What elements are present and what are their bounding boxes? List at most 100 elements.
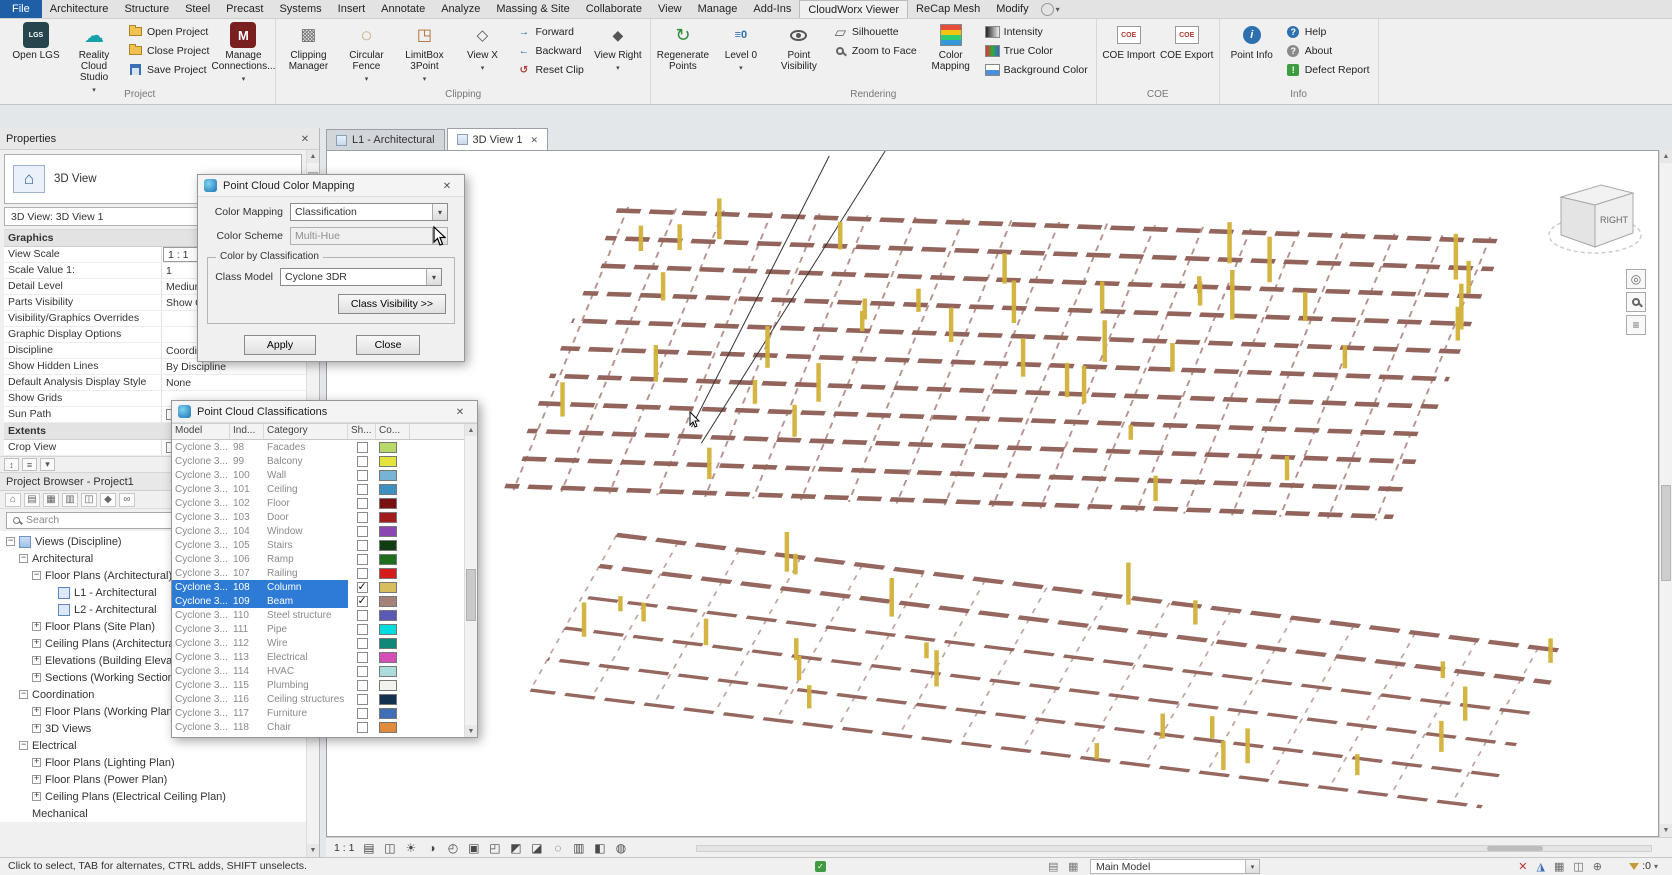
about-button[interactable]: About	[1282, 42, 1374, 59]
column-header-model[interactable]: Model	[172, 424, 230, 439]
scrollbar-thumb[interactable]	[466, 569, 476, 621]
temporary-hide-isolate-icon[interactable]: ◪	[529, 841, 544, 855]
color-swatch[interactable]	[379, 582, 397, 593]
color-swatch[interactable]	[379, 722, 397, 733]
level-0-button[interactable]: Level 0	[713, 19, 769, 89]
show-checkbox[interactable]	[357, 498, 368, 509]
canvas-horizontal-scrollbar[interactable]	[696, 845, 1652, 852]
press-drag-icon[interactable]: ◮	[1537, 860, 1545, 873]
show-checkbox[interactable]	[357, 568, 368, 579]
tree-item-floor-plans-lighting-plan-[interactable]: Floor Plans (Lighting Plan)	[0, 754, 306, 771]
classification-row[interactable]: Cyclone 3...111Pipe	[172, 622, 477, 636]
show-checkbox[interactable]	[357, 652, 368, 663]
show-checkbox[interactable]	[357, 722, 368, 733]
classification-row[interactable]: Cyclone 3...98Facades	[172, 440, 477, 454]
color-swatch[interactable]	[379, 554, 397, 565]
color-swatch[interactable]	[379, 512, 397, 523]
classification-row[interactable]: Cyclone 3...102Floor	[172, 496, 477, 510]
manage-connections-button[interactable]: Manage Connections...	[215, 19, 271, 89]
scroll-down-icon[interactable]	[465, 725, 477, 737]
classification-row[interactable]: Cyclone 3...109Beam	[172, 594, 477, 608]
show-checkbox[interactable]	[357, 694, 368, 705]
close-button[interactable]: Close	[356, 335, 420, 355]
open-project-button[interactable]: Open Project	[124, 23, 213, 40]
tree-expander-icon[interactable]	[32, 792, 41, 801]
property-row[interactable]: Default Analysis Display StyleNone	[4, 375, 306, 391]
menu-tab-manage[interactable]: Manage	[690, 0, 746, 18]
classification-row[interactable]: Cyclone 3...99Balcony	[172, 454, 477, 468]
grid-icon[interactable]	[43, 493, 59, 507]
home-icon[interactable]	[5, 493, 21, 507]
tree-expander-icon[interactable]	[32, 775, 41, 784]
rendering-dialog-icon[interactable]: ◴	[445, 841, 460, 855]
scrollbar-thumb[interactable]	[1487, 846, 1543, 851]
point-visibility-button[interactable]: Point Visibility	[771, 19, 827, 89]
point-cloud-classifications-dialog[interactable]: Point Cloud Classifications Model Ind...…	[171, 400, 478, 738]
select-links-icon[interactable]: ▦	[1554, 860, 1564, 873]
coe-import-button[interactable]: COE Import	[1101, 19, 1157, 89]
point-cloud-view[interactable]	[327, 151, 1658, 836]
reality-cloud-studio-button[interactable]: Reality Cloud Studio	[66, 19, 122, 89]
color-swatch[interactable]	[379, 540, 397, 551]
menu-tab-insert[interactable]: Insert	[330, 0, 374, 18]
open-lgs-button[interactable]: Open LGS	[8, 19, 64, 89]
background-color-button[interactable]: Background Color	[981, 61, 1092, 78]
menu-tab-analyze[interactable]: Analyze	[433, 0, 488, 18]
classification-row[interactable]: Cyclone 3...104Window	[172, 524, 477, 538]
backward-button[interactable]: Backward	[512, 42, 587, 59]
color-mapping-button[interactable]: Color Mapping	[923, 19, 979, 89]
sort-icon[interactable]	[4, 458, 19, 471]
menu-tab-steel[interactable]: Steel	[177, 0, 218, 18]
viewcube-face-label[interactable]: RIGHT	[1600, 215, 1629, 225]
classification-row[interactable]: Cyclone 3...103Door	[172, 510, 477, 524]
close-tab-icon[interactable]	[530, 134, 538, 146]
forward-button[interactable]: Forward	[512, 23, 587, 40]
classification-row[interactable]: Cyclone 3...116Ceiling structures	[172, 692, 477, 706]
family-icon[interactable]	[100, 493, 116, 507]
show-crop-region-icon[interactable]: ◰	[487, 841, 502, 855]
tree-item-ceiling-plans-electrical-ceiling-plan-[interactable]: Ceiling Plans (Electrical Ceiling Plan)	[0, 788, 306, 805]
sheet-icon[interactable]	[81, 493, 97, 507]
help-button[interactable]: Help	[1282, 23, 1374, 40]
menu-tab-view[interactable]: View	[650, 0, 690, 18]
tree-expander-icon[interactable]	[32, 758, 41, 767]
menu-tab-collaborate[interactable]: Collaborate	[578, 0, 650, 18]
save-project-button[interactable]: Save Project	[124, 61, 213, 78]
menu-tab-precast[interactable]: Precast	[218, 0, 271, 18]
menu-tab-massing-site[interactable]: Massing & Site	[488, 0, 577, 18]
color-swatch[interactable]	[379, 568, 397, 579]
show-checkbox[interactable]	[357, 610, 368, 621]
limitbox-3point-button[interactable]: LimitBox 3Point	[396, 19, 452, 89]
tree-item-floor-plans-power-plan-[interactable]: Floor Plans (Power Plan)	[0, 771, 306, 788]
color-swatch[interactable]	[379, 470, 397, 481]
table-scrollbar[interactable]	[464, 424, 477, 737]
reveal-hidden-elements-icon[interactable]: ◌	[550, 841, 565, 855]
classification-row[interactable]: Cyclone 3...107Railing	[172, 566, 477, 580]
show-checkbox[interactable]	[357, 442, 368, 453]
list-icon[interactable]	[24, 493, 40, 507]
clipping-manager-button[interactable]: Clipping Manager	[280, 19, 336, 89]
classification-row[interactable]: Cyclone 3...100Wall	[172, 468, 477, 482]
tree-expander-icon[interactable]	[19, 690, 28, 699]
zoom-to-face-button[interactable]: Zoom to Face	[829, 42, 921, 59]
menu-tab-recap-mesh[interactable]: ReCap Mesh	[908, 0, 988, 18]
tree-expander-icon[interactable]	[19, 741, 28, 750]
show-checkbox[interactable]	[357, 456, 368, 467]
classification-row[interactable]: Cyclone 3...105Stairs	[172, 538, 477, 552]
intensity-button[interactable]: Intensity	[981, 23, 1092, 40]
color-swatch[interactable]	[379, 526, 397, 537]
exclude-options-icon[interactable]: ✕	[1518, 860, 1527, 873]
menu-tab-systems[interactable]: Systems	[271, 0, 329, 18]
classification-row[interactable]: Cyclone 3...117Furniture	[172, 706, 477, 720]
properties-panel-header[interactable]: Properties	[0, 128, 319, 150]
worksharing-status-icon[interactable]	[815, 861, 826, 872]
show-checkbox[interactable]	[357, 708, 368, 719]
scroll-down-icon[interactable]	[1660, 824, 1672, 837]
column-header-index[interactable]: Ind...	[230, 424, 264, 439]
color-swatch[interactable]	[379, 498, 397, 509]
show-checkbox[interactable]	[357, 680, 368, 691]
color-swatch[interactable]	[379, 610, 397, 621]
analytical-model-icon[interactable]: ▥	[571, 841, 586, 855]
highlight-displacement-icon[interactable]: ◧	[592, 841, 607, 855]
tree-expander-icon[interactable]	[19, 554, 28, 563]
